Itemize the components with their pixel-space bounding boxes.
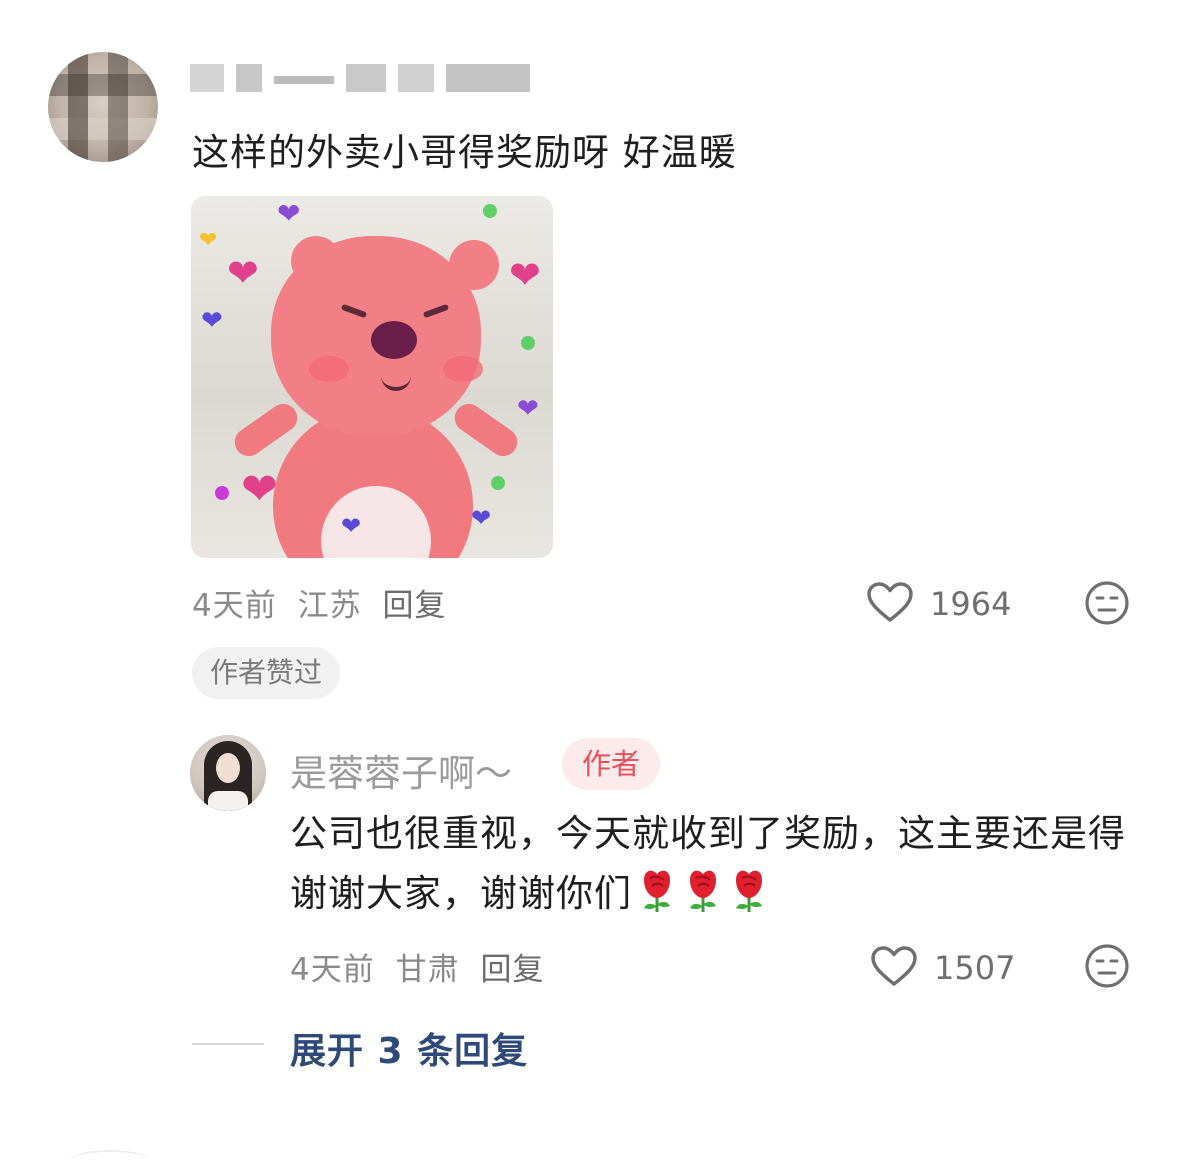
comment-location: 江苏 — [297, 588, 362, 624]
reply-reply-link[interactable]: 回复 — [480, 952, 544, 988]
reply-like-count: 1507 — [934, 949, 1016, 987]
commenter-username-blurred[interactable] — [190, 58, 550, 98]
reply-meta: 4天前 甘肃 回复 — [290, 944, 544, 989]
heart-outline-icon — [867, 582, 913, 622]
rose-icon — [690, 870, 716, 912]
meh-face-icon — [1085, 581, 1129, 625]
comment-time: 4天前 — [192, 588, 277, 624]
comment-like-count: 1964 — [930, 585, 1012, 623]
comment-text: 这样的外卖小哥得奖励呀 好温暖 — [192, 131, 737, 174]
reply-like-button[interactable] — [870, 945, 918, 991]
expand-divider — [192, 1043, 264, 1045]
meh-face-icon — [1085, 944, 1129, 988]
reply-text-block: 公司也很重视，今天就收到了奖励，这主要还是得谢谢大家，谢谢你们 — [290, 804, 1130, 924]
heart-outline-icon — [871, 946, 917, 986]
comment-like-button[interactable] — [866, 581, 914, 627]
reply-time: 4天前 — [290, 952, 375, 988]
comment-meta: 4天前 江苏 回复 — [192, 580, 446, 625]
replier-avatar[interactable] — [190, 735, 266, 811]
reply-location: 甘肃 — [395, 952, 460, 988]
reply-reaction-button[interactable] — [1084, 943, 1130, 993]
next-avatar-edge — [70, 1150, 150, 1172]
comment-reply-link[interactable]: 回复 — [382, 588, 446, 624]
replier-username[interactable]: 是蓉蓉子啊～ — [290, 743, 512, 797]
comment-reaction-button[interactable] — [1084, 580, 1130, 630]
author-liked-badge: 作者赞过 — [192, 647, 341, 699]
expand-replies-link[interactable]: 展开 3 条回复 — [290, 1022, 528, 1074]
rose-icon — [644, 870, 670, 912]
author-badge: 作者 — [562, 738, 661, 790]
sticker-image[interactable]: ❤ ❤ ❤ ❤ ❤ ❤ ❤ ❤ ❤ — [191, 196, 553, 558]
rose-icon — [736, 870, 762, 912]
avatar-mosaic — [48, 52, 158, 162]
commenter-avatar[interactable] — [48, 52, 158, 162]
